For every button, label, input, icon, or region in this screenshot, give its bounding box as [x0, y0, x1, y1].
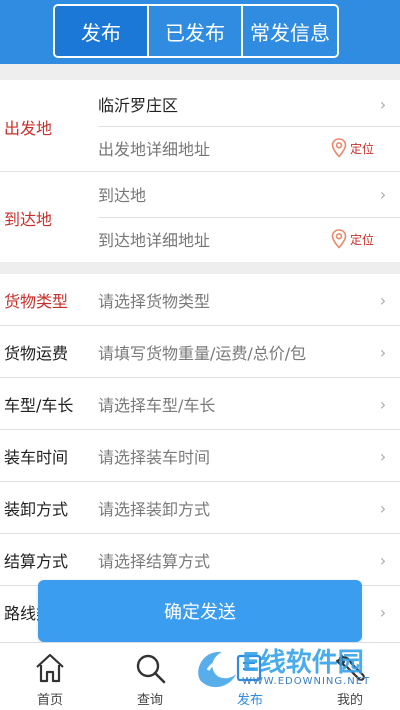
settlement-row[interactable]: 结算方式 请选择结算方式 ›: [0, 534, 400, 586]
section-gap: [0, 64, 400, 80]
chevron-right-icon: ›: [379, 184, 387, 204]
destination-block: 到达地 到达地 › 到达地详细地址 定位: [0, 172, 400, 262]
nav-mine-label: 我的: [336, 693, 363, 708]
tab-frequent[interactable]: 常发信息: [243, 6, 337, 56]
nav-home-label: 首页: [36, 693, 63, 708]
cargo-type-row[interactable]: 货物类型 请选择货物类型 ›: [0, 274, 400, 326]
search-icon: [136, 654, 166, 684]
settlement-label: 结算方式: [4, 552, 69, 571]
destination-city-field[interactable]: 到达地 ›: [98, 172, 400, 216]
origin-detail-placeholder: 出发地详细地址: [98, 140, 211, 159]
section-gap: [0, 262, 400, 274]
chevron-right-icon: ›: [379, 499, 387, 518]
segmented-tabs: 发布 已发布 常发信息: [53, 4, 339, 58]
origin-city-value: 临沂罗庄区: [98, 96, 179, 115]
home-icon: [36, 653, 64, 683]
handling-method-row[interactable]: 装卸方式 请选择装卸方式 ›: [0, 482, 400, 534]
handling-method-label: 装卸方式: [4, 500, 69, 519]
vehicle-placeholder: 请选择车型/车长: [98, 396, 216, 415]
nav-publish[interactable]: 发布: [200, 643, 300, 710]
nav-mine[interactable]: 我的: [300, 643, 400, 710]
freight-row[interactable]: 货物运费 请填写货物重量/运费/总价/包 ›: [0, 326, 400, 378]
tab-published[interactable]: 已发布: [149, 6, 243, 56]
publish-icon: [236, 654, 262, 682]
header: 发布 已发布 常发信息: [0, 0, 400, 64]
freight-placeholder: 请填写货物重量/运费/总价/包: [98, 344, 307, 363]
chevron-right-icon: ›: [379, 343, 387, 362]
loading-time-placeholder: 请选择装车时间: [98, 448, 211, 467]
confirm-send-button[interactable]: 确定发送: [38, 580, 362, 642]
nav-home[interactable]: 首页: [0, 643, 100, 710]
origin-detail-field[interactable]: 出发地详细地址 定位: [98, 126, 400, 170]
cargo-type-label: 货物类型: [4, 292, 69, 311]
destination-label: 到达地: [4, 210, 53, 229]
chevron-right-icon: ›: [379, 94, 387, 114]
settlement-placeholder: 请选择结算方式: [98, 552, 211, 571]
handling-method-placeholder: 请选择装卸方式: [98, 500, 211, 519]
freight-label: 货物运费: [4, 344, 69, 363]
nav-search-label: 查询: [136, 693, 163, 708]
origin-label: 出发地: [4, 119, 53, 138]
chevron-right-icon: ›: [379, 447, 387, 466]
chevron-right-icon: ›: [379, 603, 387, 622]
chevron-right-icon: ›: [379, 291, 387, 310]
bottom-nav: 首页 查询 发布 我的: [0, 642, 400, 710]
nav-search[interactable]: 查询: [100, 643, 200, 710]
origin-locate-button[interactable]: 定位: [331, 138, 374, 158]
loading-time-row[interactable]: 装车时间 请选择装车时间 ›: [0, 430, 400, 482]
origin-locate-label: 定位: [349, 141, 374, 156]
loading-time-label: 装车时间: [4, 448, 69, 467]
chevron-right-icon: ›: [379, 395, 387, 414]
origin-city-field[interactable]: 临沂罗庄区 ›: [98, 82, 400, 126]
wrench-icon: [335, 654, 365, 681]
location-pin-icon: [331, 138, 347, 158]
location-pin-icon: [331, 229, 347, 249]
nav-publish-label: 发布: [236, 693, 263, 708]
destination-locate-label: 定位: [349, 232, 374, 247]
destination-city-placeholder: 到达地: [98, 186, 147, 205]
vehicle-row[interactable]: 车型/车长 请选择车型/车长 ›: [0, 378, 400, 430]
destination-detail-field[interactable]: 到达地详细地址 定位: [98, 217, 400, 261]
tab-publish[interactable]: 发布: [55, 6, 149, 56]
destination-detail-placeholder: 到达地详细地址: [98, 231, 211, 250]
chevron-right-icon: ›: [379, 551, 387, 570]
vehicle-label: 车型/车长: [4, 396, 74, 415]
origin-block: 出发地 临沂罗庄区 › 出发地详细地址 定位: [0, 80, 400, 170]
destination-locate-button[interactable]: 定位: [331, 229, 374, 249]
cargo-type-placeholder: 请选择货物类型: [98, 292, 211, 311]
